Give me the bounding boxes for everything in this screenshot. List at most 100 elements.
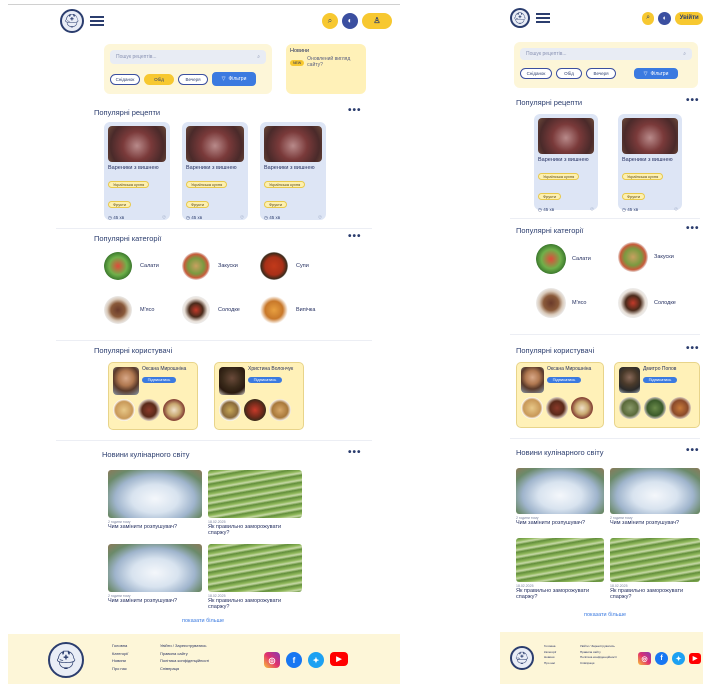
recipe-tag[interactable]: Українська кухня [186, 181, 228, 189]
category-item[interactable]: Салати [104, 252, 159, 280]
news-more[interactable]: ••• [686, 445, 700, 456]
category-item[interactable]: Солодке [618, 288, 676, 318]
subscribe-button[interactable]: Підписатись [643, 376, 677, 383]
filters-button[interactable]: ▽ Фільтри [634, 68, 678, 79]
recipe-tag[interactable]: Українська кухня [622, 173, 664, 181]
footer-link[interactable]: Співпраця [160, 665, 209, 673]
recipe-card[interactable]: Вареники з вишнею Українська кухня Фрукт… [534, 114, 598, 213]
search-icon[interactable]: ⌕ [322, 12, 338, 29]
category-item[interactable]: Салати [536, 244, 591, 274]
news-card[interactable]: 2 години тому Чим замінити розпушувач? [610, 468, 700, 526]
news-card[interactable]: 18.02.2025 Як правильно заморожувати спа… [610, 538, 700, 601]
footer-link[interactable]: Про нас [112, 665, 128, 673]
recipe-thumb[interactable] [546, 397, 568, 419]
pot-logo-icon[interactable]: ⛑ [48, 642, 84, 678]
pot-logo-icon[interactable]: ⛑ [60, 8, 84, 33]
recipe-thumb[interactable] [244, 399, 266, 421]
recipe-tag[interactable]: Українська кухня [108, 181, 150, 189]
recipe-thumb[interactable] [669, 397, 691, 419]
footer-link[interactable]: Про нас [544, 661, 556, 667]
filter-breakfast[interactable]: Сніданок [520, 68, 552, 79]
footer-link[interactable]: Політика конфіденційності [160, 657, 209, 665]
recipe-thumb[interactable] [521, 397, 543, 419]
subscribe-button[interactable]: Підписатись [142, 376, 176, 383]
heart-icon[interactable]: ♡ [674, 207, 678, 213]
popular-categories-more[interactable]: ••• [686, 223, 700, 234]
popular-recipes-more[interactable]: ••• [686, 95, 700, 106]
heart-icon[interactable]: ♡ [590, 207, 594, 213]
youtube-icon[interactable]: ▶ [689, 653, 701, 664]
news-card[interactable]: 18.02.2025 Як правильно заморожувати спа… [516, 538, 604, 601]
filter-lunch[interactable]: Обід [556, 68, 582, 79]
twitter-icon[interactable]: ✦ [308, 652, 324, 668]
recipe-tag[interactable]: Фрукти [538, 193, 562, 201]
news-card[interactable]: 18.02.2025 Як правильно заморожувати спа… [208, 470, 302, 537]
popular-users-more[interactable]: ••• [686, 343, 700, 354]
subscribe-button[interactable]: Підписатись [248, 376, 282, 383]
pot-logo-icon[interactable]: ⛑ [510, 8, 530, 28]
heart-icon[interactable]: ♡ [162, 215, 166, 221]
news-card[interactable]: 2 години тому Чим замінити розпушувач? [108, 544, 202, 604]
recipe-thumb[interactable] [138, 399, 160, 421]
category-item[interactable]: Закуски [182, 252, 238, 280]
category-item[interactable]: М'ясо [536, 288, 586, 318]
recipe-thumb[interactable] [163, 399, 185, 421]
news-card[interactable]: 2 години тому Чим замінити розпушувач? [516, 468, 604, 526]
search-icon[interactable]: ⌕ [641, 11, 655, 25]
user-icon[interactable]: ♙ [362, 12, 392, 29]
category-item[interactable]: Солодке [182, 296, 240, 324]
footer-link[interactable]: Головна [544, 644, 556, 650]
theme-icon[interactable]: ◐ [658, 11, 672, 25]
category-item[interactable]: Випічка [260, 296, 315, 324]
user-card[interactable]: Дмитро Попов Підписатись [614, 362, 700, 428]
filters-button[interactable]: ▽ Фільтри [212, 72, 256, 86]
instagram-icon[interactable]: ◎ [264, 652, 280, 668]
youtube-icon[interactable]: ▶ [330, 652, 348, 666]
filter-dinner[interactable]: Вечеря [586, 68, 616, 79]
recipe-thumb[interactable] [219, 399, 241, 421]
popular-categories-more[interactable]: ••• [348, 231, 362, 242]
recipe-thumb[interactable] [619, 397, 641, 419]
subscribe-button[interactable]: Підписатись [547, 376, 581, 383]
recipe-tag[interactable]: Українська кухня [538, 173, 580, 181]
user-card[interactable]: Христина Волончук Підписатись [214, 362, 304, 430]
recipe-tag[interactable]: Фрукти [622, 193, 646, 201]
recipe-thumb[interactable] [571, 397, 593, 419]
user-card[interactable]: Оксана Мирошніна Підписатись [516, 362, 604, 428]
filter-lunch[interactable]: Обід [144, 73, 174, 85]
recipe-card[interactable]: Вареники з вишнею Українська кухня Фрукт… [618, 114, 682, 213]
recipe-thumb[interactable] [113, 399, 135, 421]
facebook-icon[interactable]: f [655, 652, 668, 665]
recipe-card[interactable]: Вареники з вишнею Українська кухня Фрукт… [104, 122, 170, 220]
category-item[interactable]: Супи [260, 252, 309, 280]
news-card[interactable]: 18.02.2025 Як правильно заморожувати спа… [208, 544, 302, 611]
news-more[interactable]: ••• [348, 447, 362, 458]
heart-icon[interactable]: ♡ [318, 215, 322, 221]
recipe-tag[interactable]: Фрукти [108, 201, 132, 209]
footer-link[interactable]: Правила сайту [160, 650, 209, 658]
user-card[interactable]: Оксана Мирошніна Підписатись [108, 362, 198, 430]
login-button[interactable]: Увійти [675, 11, 703, 25]
popular-recipes-more[interactable]: ••• [348, 105, 362, 116]
show-more-link[interactable]: показати більше [584, 612, 626, 618]
footer-link[interactable]: Категорії [112, 650, 128, 658]
recipe-card[interactable]: Вареники з вишнею Українська кухня Фрукт… [182, 122, 248, 220]
news-box[interactable]: Новини NEW Оновлений вигляд сайту? [286, 44, 366, 94]
recipe-tag[interactable]: Українська кухня [264, 181, 306, 189]
twitter-icon[interactable]: ✦ [672, 652, 685, 665]
hamburger-icon[interactable] [535, 13, 550, 23]
search-input[interactable]: Пошук рецептів... ⌕ [520, 48, 692, 60]
news-card[interactable]: 2 години тому Чим замінити розпушувач? [108, 470, 202, 530]
filter-dinner[interactable]: Вечеря [178, 73, 208, 85]
footer-link[interactable]: Увійти / Зареєструватись [160, 642, 209, 650]
search-input[interactable]: Пошук рецептів... ⌕ [110, 50, 266, 64]
recipe-tag[interactable]: Фрукти [264, 201, 288, 209]
footer-link[interactable]: Увійти / Зареєструватись [580, 644, 617, 650]
hamburger-icon[interactable] [90, 15, 104, 26]
footer-link[interactable]: Новини [112, 657, 128, 665]
recipe-thumb[interactable] [644, 397, 666, 419]
filter-breakfast[interactable]: Сніданок [110, 73, 140, 85]
recipe-thumb[interactable] [269, 399, 291, 421]
recipe-tag[interactable]: Фрукти [186, 201, 210, 209]
show-more-link[interactable]: показати більше [182, 618, 224, 624]
